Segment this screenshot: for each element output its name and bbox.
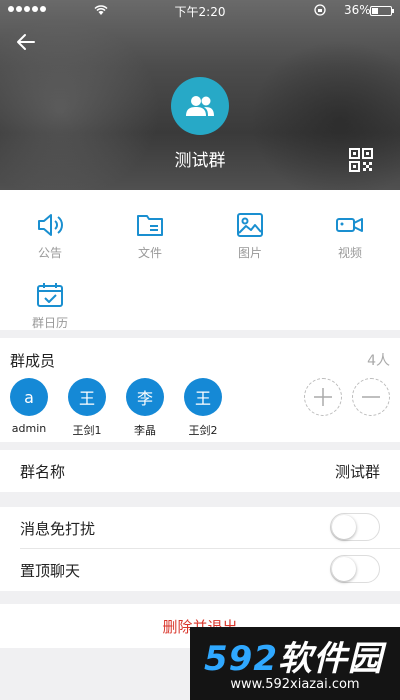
mute-notifications-toggle[interactable] <box>330 513 380 541</box>
minus-icon <box>362 396 380 398</box>
member-avatar: a <box>10 378 48 416</box>
calendar-icon <box>37 283 63 307</box>
members-section: 群成员 4人 a admin 王 王剑1 李 李晶 王 王剑2 <box>0 338 400 442</box>
pin-chat-row: 置顶聊天 <box>0 549 400 591</box>
back-arrow-icon[interactable] <box>14 30 38 54</box>
func-video[interactable]: 视频 <box>300 212 400 261</box>
qr-code-icon[interactable] <box>349 148 373 172</box>
func-announcement[interactable]: 公告 <box>0 212 100 261</box>
member-avatar: 李 <box>126 378 164 416</box>
group-name-label: 群名称 <box>20 463 66 481</box>
member-name: admin <box>11 422 47 435</box>
toggle-knob <box>332 557 356 581</box>
add-member-button[interactable] <box>304 378 342 416</box>
member-item[interactable]: 王 王剑1 <box>57 378 117 438</box>
watermark-logo: 592软件园 <box>204 639 383 679</box>
group-header: 下午2:20 36% 测试群 <box>0 0 400 190</box>
plus-icon <box>314 388 332 406</box>
mute-notifications-row: 消息免打扰 <box>0 507 400 549</box>
folder-icon <box>137 215 163 236</box>
toggle-knob <box>332 515 356 539</box>
video-camera-icon <box>336 218 363 232</box>
member-avatar: 王 <box>68 378 106 416</box>
setting-label: 消息免打扰 <box>20 520 96 538</box>
speaker-icon <box>38 214 63 236</box>
group-title: 测试群 <box>174 151 226 171</box>
func-label: 视频 <box>337 246 362 260</box>
group-avatar <box>171 77 229 135</box>
status-time: 下午2:20 <box>174 5 226 19</box>
member-avatar: 王 <box>184 378 222 416</box>
member-name: 王剑2 <box>188 424 218 437</box>
func-label: 图片 <box>237 246 262 260</box>
setting-label: 置顶聊天 <box>20 562 81 580</box>
pin-chat-toggle[interactable] <box>330 555 380 583</box>
func-label: 文件 <box>137 246 162 260</box>
battery-icon <box>370 6 394 16</box>
members-title: 群成员 <box>10 352 56 370</box>
remove-member-button[interactable] <box>352 378 390 416</box>
func-files[interactable]: 文件 <box>100 212 200 261</box>
group-name-row[interactable]: 群名称 测试群 <box>0 450 400 492</box>
func-label: 公告 <box>37 246 62 260</box>
image-icon <box>237 213 263 237</box>
members-count[interactable]: 4人 <box>367 350 390 370</box>
func-label: 群日历 <box>31 316 68 330</box>
group-name-value: 测试群 <box>334 463 380 481</box>
battery-percent: 36% <box>344 3 371 17</box>
member-item[interactable]: a admin <box>0 378 59 435</box>
group-people-icon <box>186 96 214 116</box>
func-images[interactable]: 图片 <box>200 212 300 261</box>
func-calendar[interactable]: 群日历 <box>0 282 100 331</box>
member-name: 李晶 <box>134 424 156 437</box>
member-item[interactable]: 李 李晶 <box>115 378 175 438</box>
site-watermark: 592软件园 www.592xiazai.com <box>190 627 400 700</box>
watermark-url: www.592xiazai.com <box>230 677 360 692</box>
status-bar: 下午2:20 36% <box>0 0 400 22</box>
member-item[interactable]: 王 王剑2 <box>173 378 233 438</box>
function-grid: 公告 文件 图片 视频 群日历 <box>0 190 400 330</box>
rotation-lock-icon <box>314 4 326 16</box>
member-name: 王剑1 <box>72 424 102 437</box>
